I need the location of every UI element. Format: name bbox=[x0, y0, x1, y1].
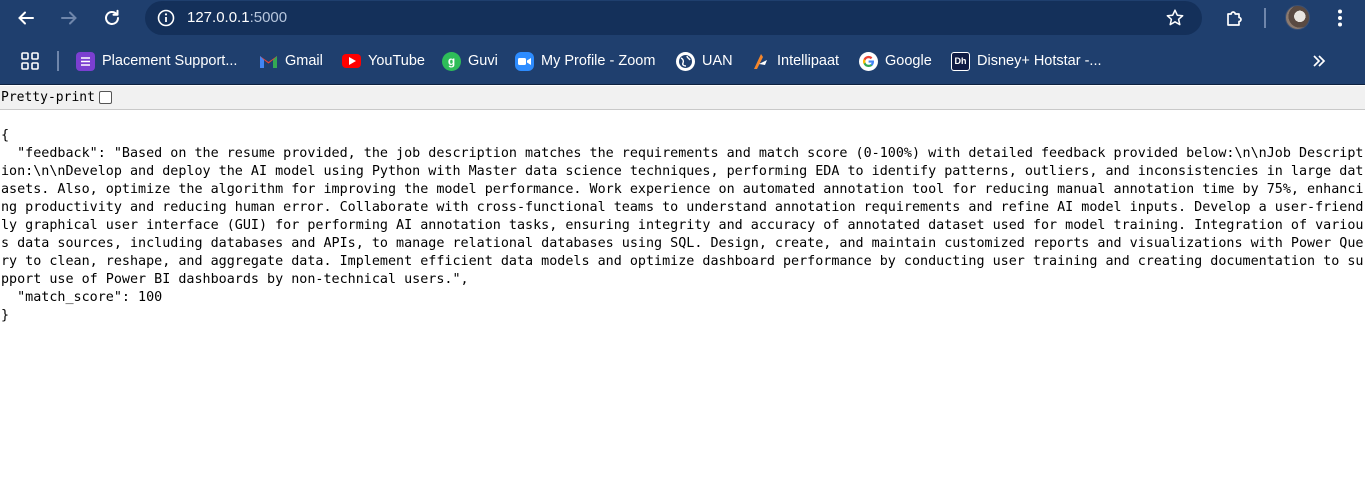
bookmark-label: YouTube bbox=[368, 53, 425, 69]
browser-toolbar: 127.0.0.1:5000 bbox=[0, 0, 1365, 37]
intellipaat-icon bbox=[751, 52, 770, 71]
bookmark-zoom-profile[interactable]: My Profile - Zoom bbox=[515, 49, 655, 73]
bookmark-placement-support[interactable]: Placement Support... bbox=[76, 49, 237, 73]
puzzle-icon bbox=[1227, 11, 1242, 26]
site-info-icon[interactable] bbox=[155, 7, 177, 29]
bookmark-google[interactable]: Google bbox=[859, 49, 932, 73]
zoom-icon bbox=[515, 51, 534, 71]
pretty-print-bar: Pretty-print bbox=[0, 86, 1365, 110]
bookmark-uan[interactable]: UAN bbox=[676, 49, 733, 73]
globe-icon bbox=[676, 51, 695, 71]
google-icon bbox=[859, 51, 878, 71]
bookmark-label: Google bbox=[885, 53, 932, 69]
more-bookmarks-chevron-icon[interactable] bbox=[1312, 48, 1326, 74]
apps-grid-icon[interactable] bbox=[20, 51, 40, 71]
pretty-print-label: Pretty-print bbox=[1, 90, 95, 105]
address-bar[interactable]: 127.0.0.1:5000 bbox=[145, 1, 1202, 35]
guvi-icon: g bbox=[442, 51, 461, 71]
url-text[interactable]: 127.0.0.1:5000 bbox=[187, 9, 287, 27]
bookmark-star-icon[interactable] bbox=[1164, 7, 1186, 29]
json-match-score-field: "match_score": 100 bbox=[1, 290, 163, 305]
bookmark-label: My Profile - Zoom bbox=[541, 53, 656, 69]
bookmark-label: Guvi bbox=[468, 53, 498, 69]
menu-button[interactable] bbox=[1330, 5, 1350, 31]
arrow-right-icon bbox=[61, 11, 77, 25]
bookmark-label: Intellipaat bbox=[777, 53, 840, 69]
pretty-print-checkbox[interactable] bbox=[98, 91, 112, 104]
arrow-left-icon bbox=[18, 11, 34, 25]
reload-button[interactable] bbox=[97, 4, 127, 32]
bookmark-intellipaat[interactable]: Intellipaat bbox=[751, 49, 839, 73]
reload-icon bbox=[105, 9, 119, 25]
forward-button[interactable] bbox=[54, 4, 84, 32]
bookmark-label: Placement Support... bbox=[102, 53, 238, 69]
bookmark-label: UAN bbox=[702, 53, 733, 69]
bookmarks-separator bbox=[57, 51, 59, 71]
json-feedback-field: "feedback": "Based on the resume provide… bbox=[1, 146, 1364, 287]
bookmark-disney-hotstar[interactable]: Dh Disney+ Hotstar -... bbox=[951, 49, 1102, 73]
extensions-button[interactable] bbox=[1221, 5, 1247, 31]
json-response: { "feedback": "Based on the resume provi… bbox=[1, 127, 1364, 325]
kebab-menu-icon bbox=[1338, 9, 1342, 27]
back-button[interactable] bbox=[11, 4, 41, 32]
bookmark-label: Gmail bbox=[285, 53, 323, 69]
url-host: 127.0.0.1 bbox=[187, 9, 250, 26]
list-icon bbox=[76, 51, 95, 71]
bookmark-youtube[interactable]: YouTube bbox=[342, 49, 425, 73]
json-close-brace: } bbox=[1, 308, 10, 323]
toolbar-divider bbox=[1264, 8, 1266, 28]
bookmark-gmail[interactable]: Gmail bbox=[259, 49, 323, 73]
bookmark-label: Disney+ Hotstar -... bbox=[977, 53, 1102, 69]
json-open-brace: { bbox=[1, 128, 10, 143]
bookmark-guvi[interactable]: g Guvi bbox=[442, 49, 498, 73]
gmail-icon bbox=[259, 52, 278, 71]
url-port: :5000 bbox=[249, 9, 288, 26]
youtube-icon bbox=[342, 54, 361, 68]
profile-avatar[interactable] bbox=[1285, 5, 1310, 30]
hotstar-icon: Dh bbox=[951, 51, 970, 71]
bookmarks-bar: Placement Support... Gmail YouTube g Guv… bbox=[0, 37, 1365, 85]
